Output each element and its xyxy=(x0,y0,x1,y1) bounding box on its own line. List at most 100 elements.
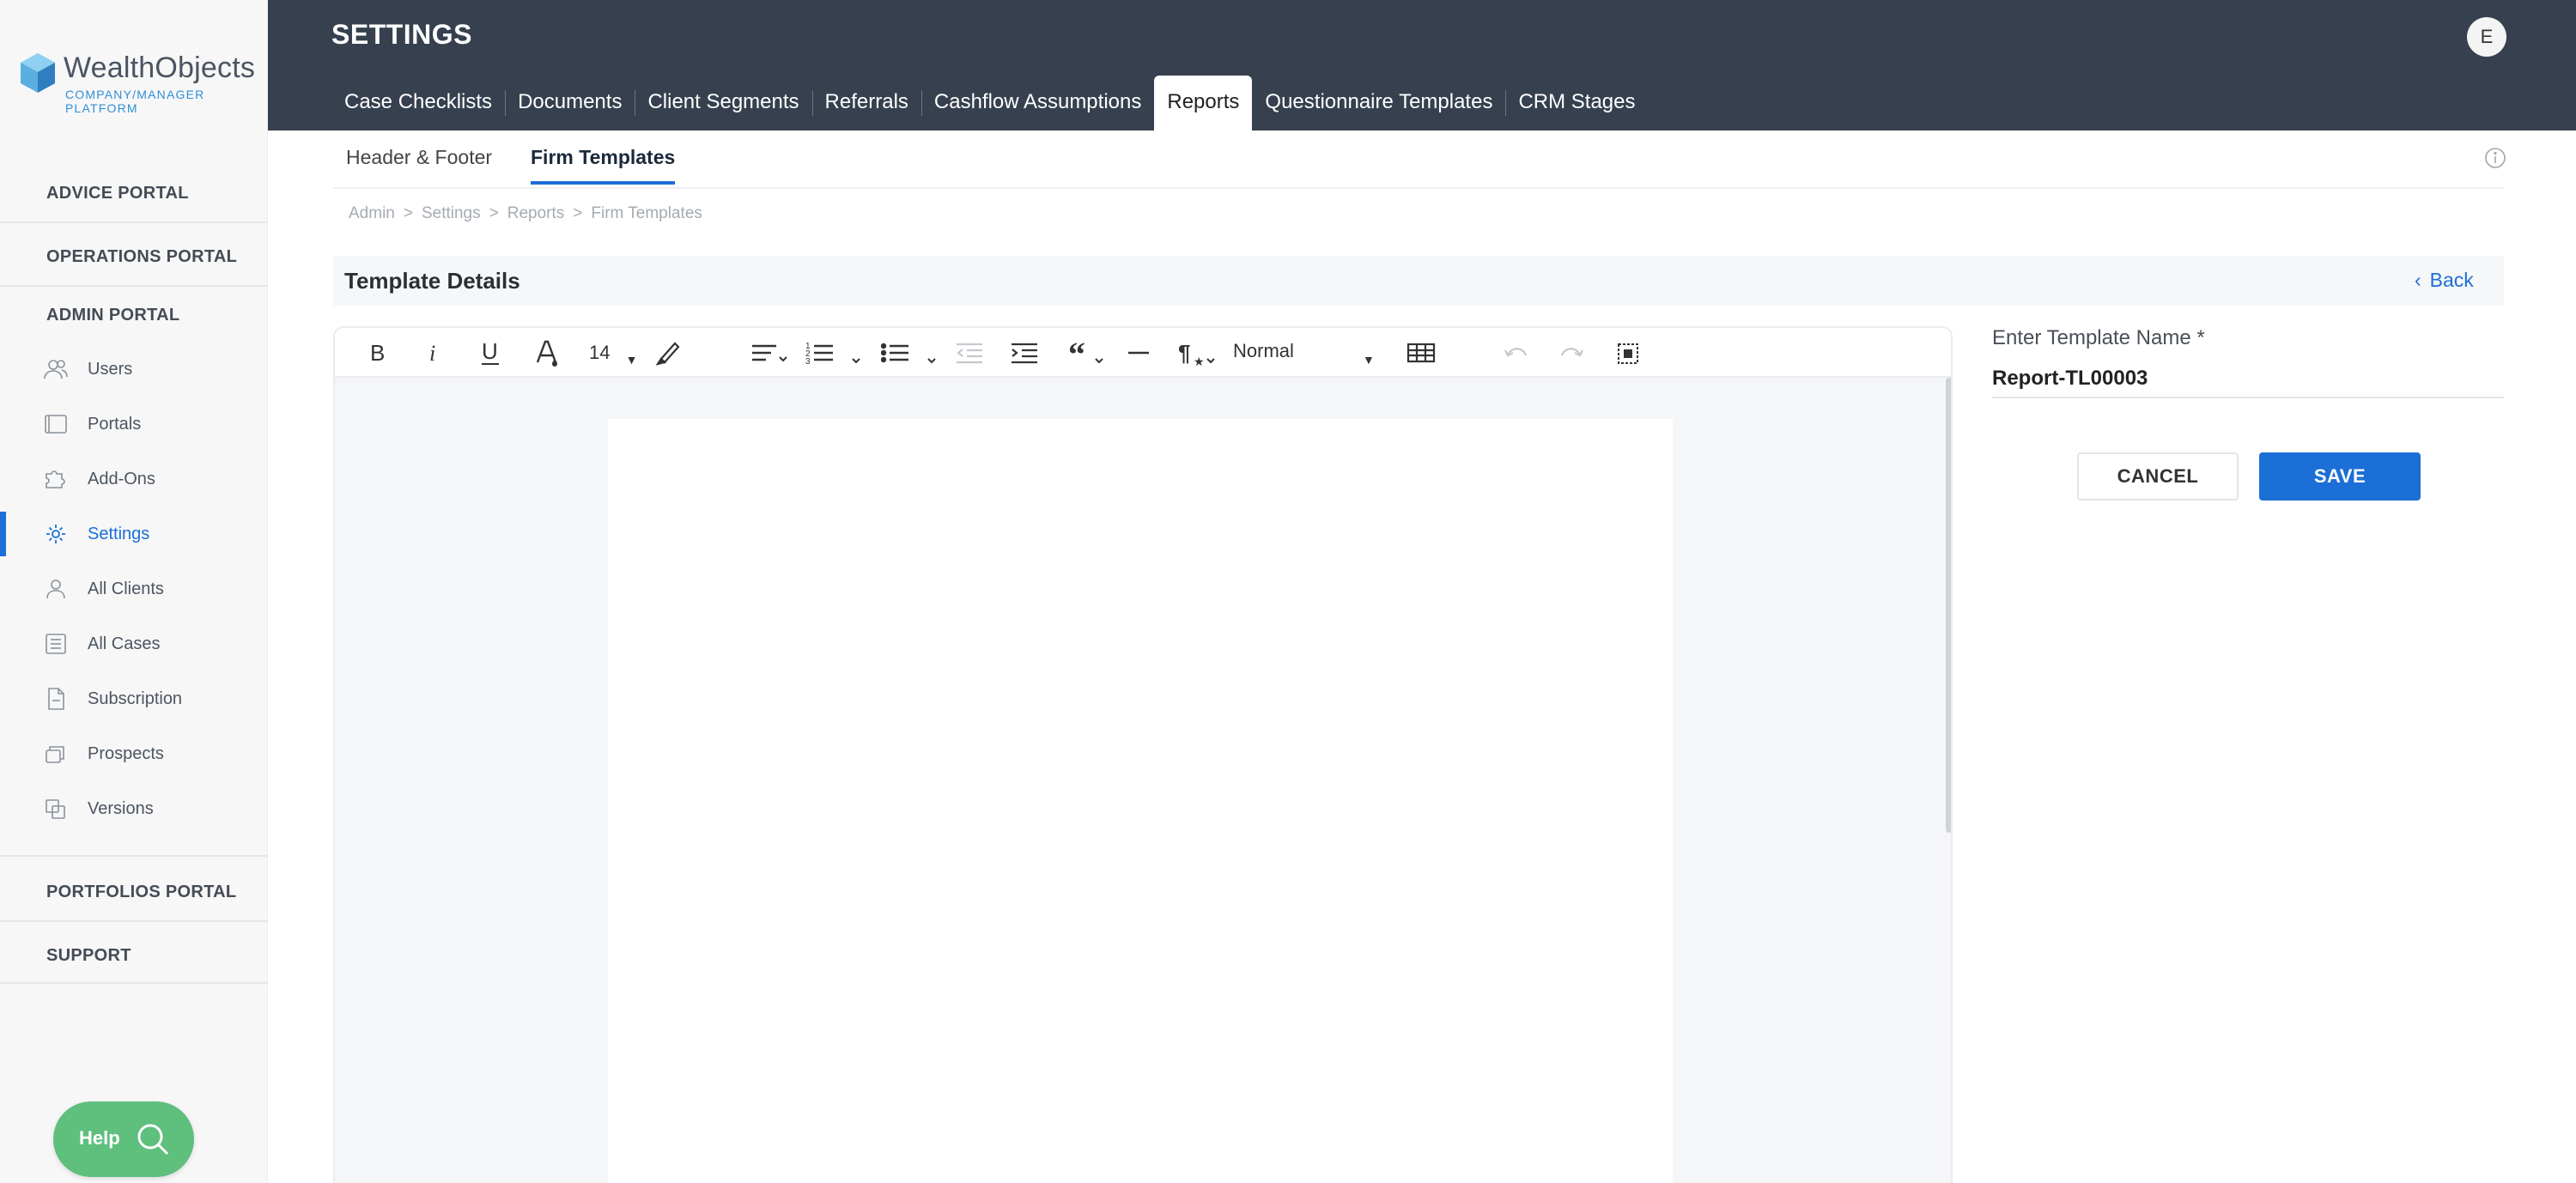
brand-subtitle: COMPANY/MANAGER PLATFORM xyxy=(65,88,205,115)
versions-icon xyxy=(46,799,65,819)
tab-crm-stages[interactable]: CRM Stages xyxy=(1505,76,1648,130)
font-size-select[interactable]: 14 ▼ xyxy=(589,342,638,367)
svg-text:U: U xyxy=(482,338,498,364)
sidebar-item-label: Prospects xyxy=(88,744,164,763)
sidebar-item-prospects[interactable]: Prospects xyxy=(0,731,268,776)
sidebar-item-label: Portals xyxy=(88,415,142,434)
sidebar-divider xyxy=(0,285,268,287)
breadcrumb-firm-templates: Firm Templates xyxy=(591,204,702,222)
sidebar-item-label: Users xyxy=(88,360,133,379)
subtab-header-footer[interactable]: Header & Footer xyxy=(346,146,492,181)
sidebar-item-label: Versions xyxy=(88,799,154,818)
sidebar-item-label: All Cases xyxy=(88,634,161,653)
indent-icon[interactable] xyxy=(1010,337,1039,369)
search-icon xyxy=(137,1124,169,1156)
tab-cashflow-assumptions[interactable]: Cashflow Assumptions xyxy=(920,76,1154,130)
table-icon[interactable] xyxy=(1406,337,1436,369)
sidebar-item-users[interactable]: Users xyxy=(0,347,268,391)
admin-portal-link[interactable]: ADMIN PORTAL xyxy=(46,306,179,325)
outdent-icon[interactable] xyxy=(955,337,984,369)
align-icon[interactable] xyxy=(750,337,788,369)
sidebar-item-all-clients[interactable]: All Clients xyxy=(0,567,268,611)
tab-referrals[interactable]: Referrals xyxy=(811,76,921,130)
puzzle-icon xyxy=(46,470,65,488)
advice-portal-link[interactable]: ADVICE PORTAL xyxy=(46,184,189,203)
chevron-down-icon: ▼ xyxy=(1363,353,1375,367)
sidebar-item-all-cases[interactable]: All Cases xyxy=(0,622,268,666)
redo-icon[interactable] xyxy=(1558,337,1585,369)
gear-icon xyxy=(46,525,65,543)
hexagon-logo-icon xyxy=(21,53,55,93)
bullet-list-icon[interactable] xyxy=(881,337,941,369)
underline-icon[interactable]: U xyxy=(479,337,503,369)
help-button[interactable]: Help xyxy=(53,1101,194,1177)
tab-client-segments[interactable]: Client Segments xyxy=(635,76,811,130)
sidebar-divider xyxy=(0,982,268,984)
paragraph-style-select[interactable]: Normal ▼ xyxy=(1233,340,1375,367)
portfolios-portal-link[interactable]: PORTFOLIOS PORTAL xyxy=(46,883,236,902)
template-details-bar: Template Details ‹ Back xyxy=(333,256,2504,306)
sidebar-item-label: Add-Ons xyxy=(88,470,155,488)
support-link[interactable]: SUPPORT xyxy=(46,946,131,966)
back-label: Back xyxy=(2429,269,2474,291)
brand-logo[interactable]: WealthObjects COMPANY/MANAGER PLATFORM xyxy=(19,48,259,115)
document-page[interactable] xyxy=(608,419,1673,1183)
scrollbar-thumb[interactable] xyxy=(1946,378,1951,833)
rich-text-editor: B i U 14 ▼ 123 “ ¶ ★ Normal ▼ xyxy=(333,326,1953,1183)
svg-text:B: B xyxy=(370,340,385,366)
tab-reports[interactable]: Reports xyxy=(1154,76,1253,130)
horizontal-rule-icon[interactable] xyxy=(1127,337,1151,369)
chevron-down-icon: ▼ xyxy=(625,353,638,367)
sidebar-item-versions[interactable]: Versions xyxy=(0,786,268,831)
tab-case-checklists[interactable]: Case Checklists xyxy=(331,76,505,130)
template-name-label: Enter Template Name * xyxy=(1992,326,2205,349)
bold-icon[interactable]: B xyxy=(368,337,388,369)
operations-portal-link[interactable]: OPERATIONS PORTAL xyxy=(46,247,237,267)
sidebar-item-subscription[interactable]: Subscription xyxy=(0,676,268,721)
sidebar-item-settings[interactable]: Settings xyxy=(0,512,268,556)
portals-icon xyxy=(45,415,67,434)
subtab-firm-templates[interactable]: Firm Templates xyxy=(531,146,676,185)
template-form: Enter Template Name * CANCEL SAVE xyxy=(1992,326,2504,549)
page-title: SETTINGS xyxy=(331,19,473,50)
save-button[interactable]: SAVE xyxy=(2259,452,2421,500)
info-icon[interactable] xyxy=(2483,146,2507,170)
settings-tabs: Case Checklists Documents Client Segment… xyxy=(331,76,1649,130)
avatar[interactable]: E xyxy=(2467,17,2506,57)
svg-text:¶: ¶ xyxy=(1178,340,1190,366)
svg-text:“: “ xyxy=(1068,337,1085,369)
breadcrumb-admin[interactable]: Admin xyxy=(349,204,395,222)
sidebar-divider xyxy=(0,920,268,922)
breadcrumb-reports[interactable]: Reports xyxy=(507,204,565,222)
undo-icon[interactable] xyxy=(1503,337,1530,369)
sidebar-item-label: Subscription xyxy=(88,689,183,708)
paragraph-format-icon[interactable]: ¶ ★ xyxy=(1178,337,1218,369)
highlight-icon[interactable] xyxy=(654,337,682,369)
svg-text:i: i xyxy=(429,341,435,366)
sidebar-item-add-ons[interactable]: Add-Ons xyxy=(0,457,268,501)
select-all-icon[interactable] xyxy=(1616,337,1640,369)
help-label: Help xyxy=(79,1127,120,1149)
section-title: Template Details xyxy=(344,268,520,294)
breadcrumb: Admin > Settings > Reports > Firm Templates xyxy=(349,204,702,222)
font-color-icon[interactable] xyxy=(534,337,560,369)
chevron-left-icon: ‹ xyxy=(2415,269,2421,291)
sidebar-item-label: All Clients xyxy=(88,579,164,598)
paragraph-style-value: Normal xyxy=(1233,340,1294,361)
back-button[interactable]: ‹ Back xyxy=(2415,269,2474,292)
cancel-button[interactable]: CANCEL xyxy=(2077,452,2239,500)
quote-icon[interactable]: “ xyxy=(1068,337,1106,369)
list-icon xyxy=(46,634,66,654)
ordered-list-icon[interactable]: 123 xyxy=(805,337,866,369)
breadcrumb-settings[interactable]: Settings xyxy=(422,204,481,222)
template-name-input[interactable] xyxy=(1992,361,2504,398)
editor-scrollbar[interactable] xyxy=(1946,378,1951,1168)
tab-questionnaire-templates[interactable]: Questionnaire Templates xyxy=(1252,76,1505,130)
brand-name: WealthObjects xyxy=(64,52,256,84)
italic-icon[interactable]: i xyxy=(426,337,443,369)
svg-text:★: ★ xyxy=(1194,355,1205,368)
sidebar-item-label: Settings xyxy=(88,525,150,543)
sidebar-item-portals[interactable]: Portals xyxy=(0,402,268,446)
tab-documents[interactable]: Documents xyxy=(505,76,635,130)
sidebar-divider xyxy=(0,855,268,857)
